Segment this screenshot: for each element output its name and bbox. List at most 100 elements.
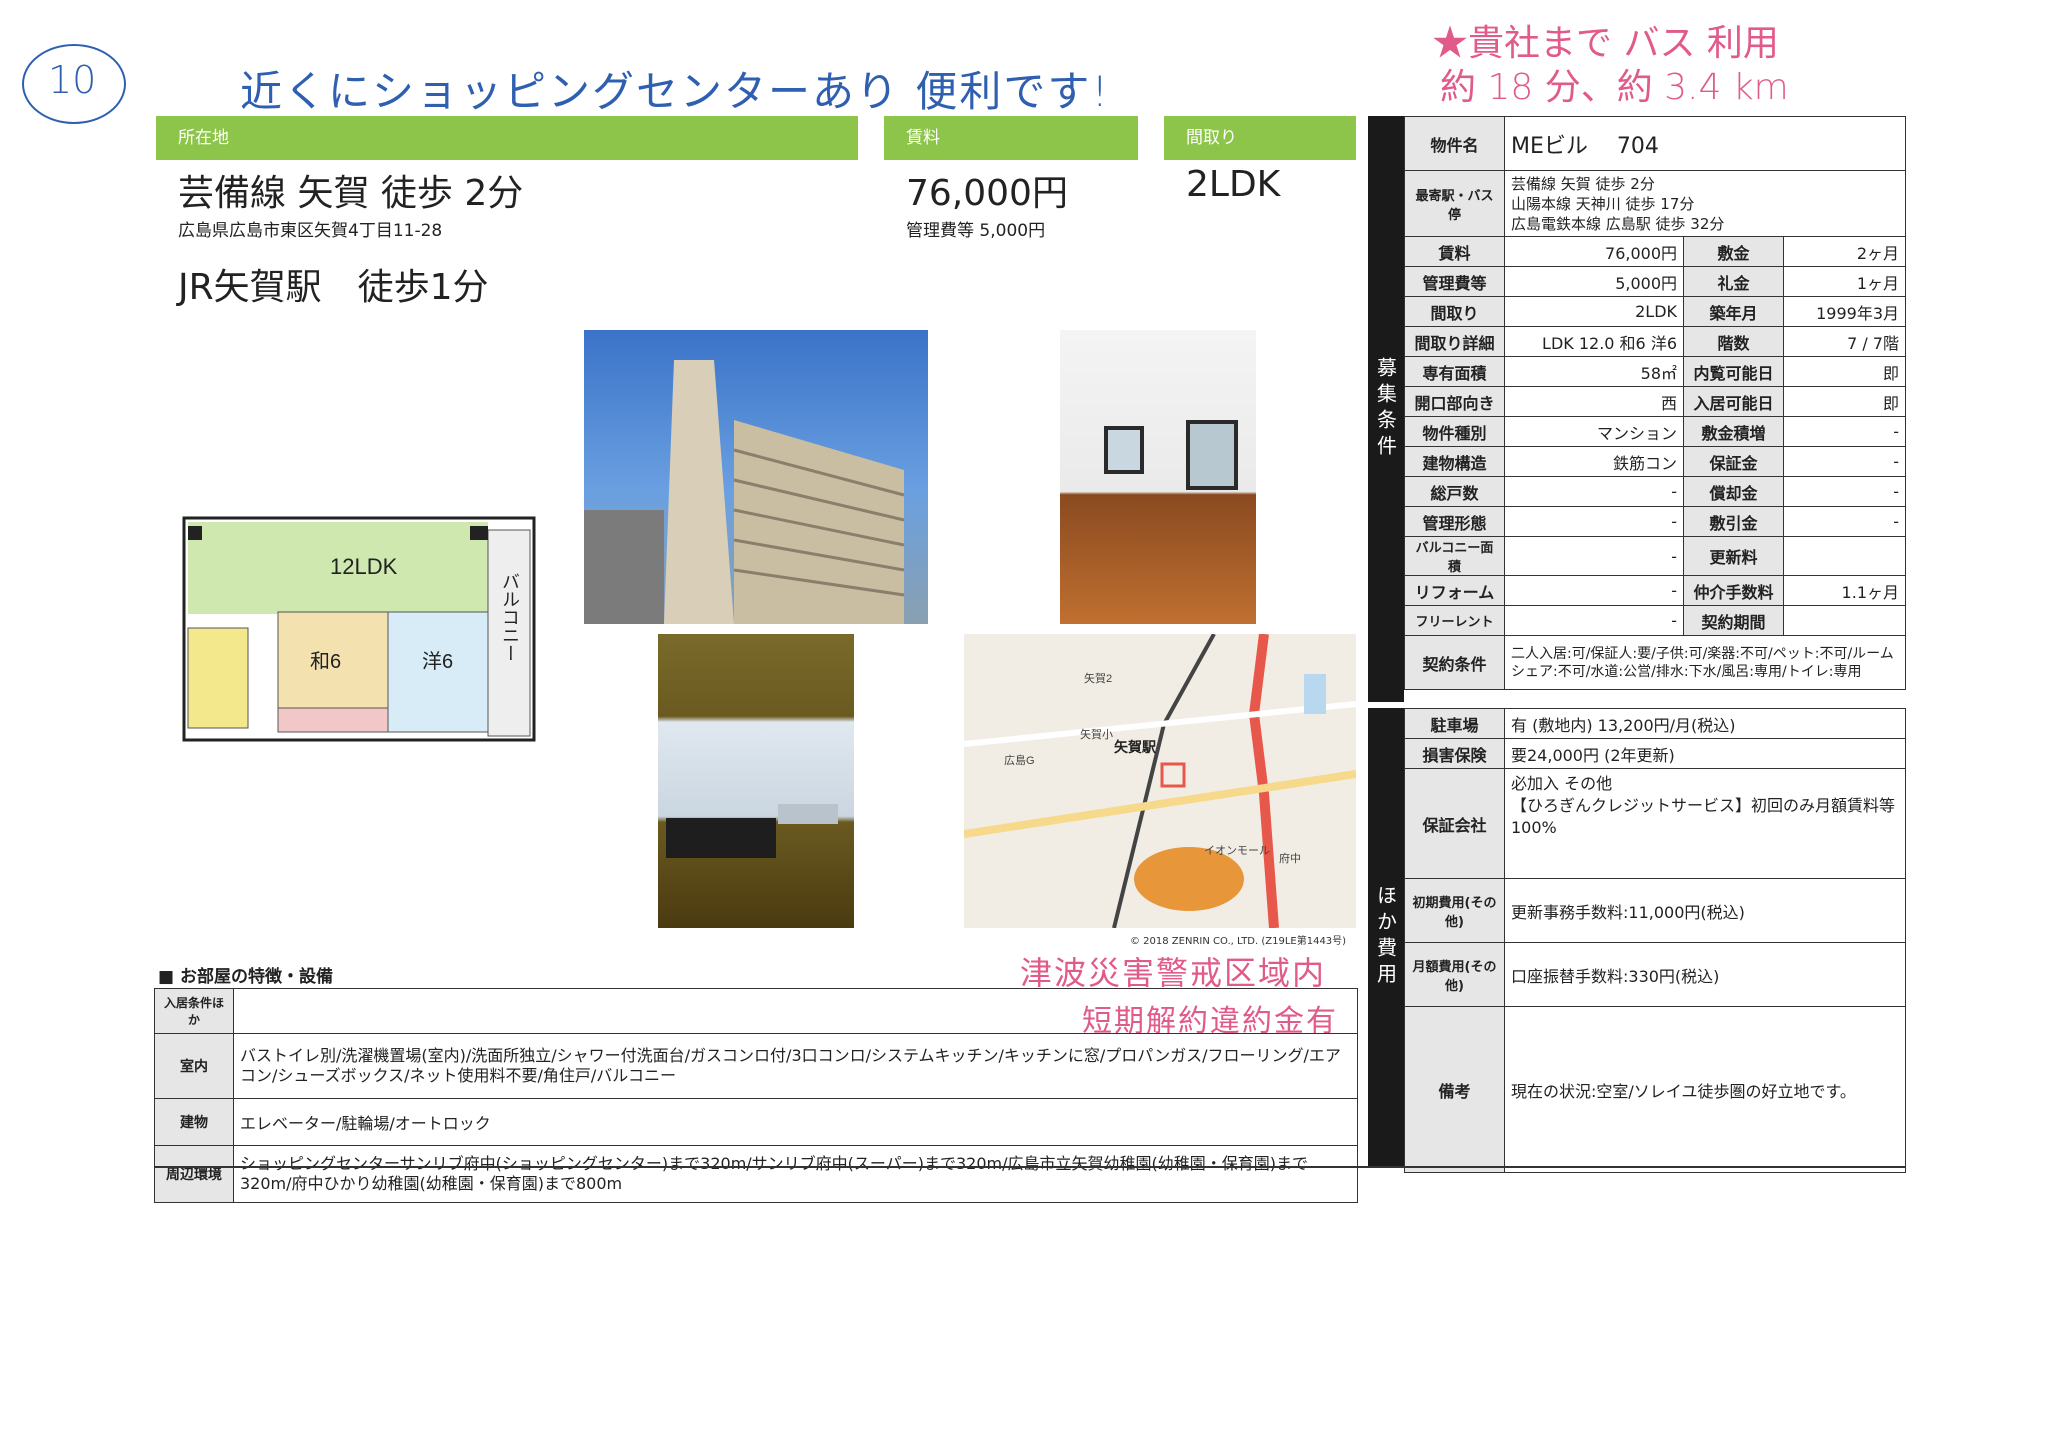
map-label-5: 府中 [1279,851,1301,865]
ldk-label: 12LDK [330,554,398,579]
map-label-3: 広島G [1004,753,1035,767]
spec-row-value-1: 西 [1503,386,1685,417]
spec-row: 間取り 2LDK 築年月 1999年3月 [1404,296,1906,327]
spec-row-label-2: 仲介手数料 [1683,575,1785,606]
spec-row: 専有面積 58㎡ 内覧可能日即 [1404,356,1906,387]
spec-row-value-1: LDK 12.0 和6 洋6 [1503,326,1685,357]
spec-row-label-1: 管理形態 [1404,506,1505,537]
spec-row: 賃料 76,000円 敷金 2ヶ月 [1404,236,1906,267]
property-name-label: 物件名 [1404,116,1505,171]
spec-row-value-2: 即 [1783,386,1906,417]
handwritten-number: 10 [48,58,97,102]
spec-row-value-2: 1999年3月 [1783,296,1906,327]
spec-row: 管理形態 - 敷引金 - [1404,506,1906,537]
spec-row-value-2: - [1783,476,1906,507]
nearest-station-2: 山陽本線 天神川 徒歩 17分 [1511,194,1695,213]
map-label-4: イオンモール [1204,844,1270,857]
parking-label: 駐車場 [1404,708,1505,739]
nearest-label: 最寄駅・バス停 [1404,170,1505,237]
feature-row-building-value: エレベーター/駐輪場/オートロック [233,1098,1358,1146]
spec-row-value-1: 5,000円 [1503,266,1685,297]
mgmt-fee: 管理費等 5,000円 [906,221,1046,241]
spec-row-label-2: 築年月 [1683,296,1785,327]
spec-row-label-1: 建物構造 [1404,446,1505,477]
spec-row-value-1: - [1503,506,1685,537]
spec-row: バルコニー面積 - 更新料 [1404,536,1906,576]
side-label-other-costs: ほか費用 [1368,708,1404,1166]
spec-row: 開口部向き西入居可能日即 [1404,386,1906,417]
spec-row: 間取り詳細 LDK 12.0 和6 洋6 階数 7 / 7階 [1404,326,1906,357]
spec-row-label-1: 間取り詳細 [1404,326,1505,357]
spec-row-value-2: - [1783,506,1906,537]
spec-row: リフォーム - 仲介手数料 1.1ヶ月 [1404,575,1906,606]
feature-row-surroundings-value: ショッピングセンターサンリブ府中(ショッピングセンター)まで320m/サンリブ府… [233,1145,1358,1203]
guarantor-value: 必加入 その他 【ひろぎんクレジットサービス】初回のみ月額賃料等100% [1504,768,1906,879]
other-costs-table: 駐車場 有 (敷地内) 13,200円/月(税込) 損害保険 要24,000円 … [1404,708,1906,1173]
spec-row-value-1: 鉄筋コン [1503,446,1685,477]
initial-cost-label: 初期費用(その他) [1404,878,1505,943]
nearest-station-1: 芸備線 矢賀 徒歩 2分 [1511,174,1655,193]
spec-row-value-2: - [1783,416,1906,447]
map-label-1: 矢賀2 [1084,671,1112,685]
layout-header: 間取り [1164,116,1356,160]
spec-row-label-2: 敷金積増 [1683,416,1785,447]
contract-label: 契約条件 [1404,635,1505,690]
initial-cost-value: 更新事務手数料:11,000円(税込) [1504,878,1906,943]
features-table: 入居条件ほか 室内 バストイレ別/洗濯機置場(室内)/洗面所独立/シャワー付洗面… [154,988,1358,1203]
insurance-value: 要24,000円 (2年更新) [1504,738,1906,769]
handwritten-note: 近くにショッピングセンターあり 便利です! [240,67,1111,116]
rent-main: 76,000円 [906,173,1068,214]
spec-row-label-1: 物件種別 [1404,416,1505,447]
spec-row-label-2: 入居可能日 [1683,386,1785,417]
spec-row-value-1: - [1503,575,1685,606]
spec-row-value-1: - [1503,476,1685,507]
spec-row: 建物構造 鉄筋コン 保証金 - [1404,446,1906,477]
side-label-recruitment: 募集条件 [1368,116,1404,702]
spec-row-value-2: 即 [1783,356,1906,387]
building-exterior-photo [584,330,928,624]
spec-row-label-1: 総戸数 [1404,476,1505,507]
kitchen-photo [658,634,854,928]
spec-row-value-1: 76,000円 [1503,236,1685,267]
map-label-2: 矢賀小 [1080,727,1113,741]
spec-row-label-1: 賃料 [1404,236,1505,267]
spec-row-label-1: 開口部向き [1404,386,1505,417]
spec-row: 総戸数 - 償却金 - [1404,476,1906,507]
spec-row-value-1: マンション [1503,416,1685,447]
bottom-rule [154,1166,1906,1168]
spec-row-value-1: 58㎡ [1503,356,1685,387]
spec-row-label-2: 敷金 [1683,236,1785,267]
spec-row-label-1: フリーレント [1404,605,1505,636]
spec-row-label-2: 契約期間 [1683,605,1785,636]
map-copyright: © 2018 ZENRIN CO., LTD. (Z19LE第1443号) [1130,936,1347,947]
address: 広島県広島市東区矢賀4丁目11-28 [178,221,443,241]
spec-row-label-1: 専有面積 [1404,356,1505,387]
monthly-cost-value: 口座振替手数料:330円(税込) [1504,942,1906,1007]
remarks-value: 現在の状況:空室/ソレイユ徒歩圏の好立地です。 [1504,1006,1906,1173]
spec-row-label-2: 階数 [1683,326,1785,357]
spec-row-label-2: 内覧可能日 [1683,356,1785,387]
insurance-label: 損害保険 [1404,738,1505,769]
map-station-label: 矢賀駅 [1114,739,1157,755]
feature-row-room-value: バストイレ別/洗濯機置場(室内)/洗面所独立/シャワー付洗面台/ガスコンロ付/3… [233,1033,1358,1099]
parking-value: 有 (敷地内) 13,200円/月(税込) [1504,708,1906,739]
features-title: ■ お部屋の特徴・設備 [158,967,333,987]
floor-plan: 12LDK 和6 洋6 バルコニー [182,516,536,742]
spec-row-value-2: 2ヶ月 [1783,236,1906,267]
spec-row-label-2: 償却金 [1683,476,1785,507]
feature-row-room-label: 室内 [154,1033,234,1099]
spec-row-label-2: 礼金 [1683,266,1785,297]
spec-row-value-2: - [1783,446,1906,477]
area-map: 矢賀駅 矢賀2 矢賀小 広島G イオンモール 府中 [964,634,1356,928]
spec-row-label-1: 管理費等 [1404,266,1505,297]
spec-row: 物件種別 マンション 敷金積増 - [1404,416,1906,447]
monthly-cost-label: 月額費用(その他) [1404,942,1505,1007]
location-header: 所在地 [156,116,858,160]
feature-row-conditions-value [233,988,1358,1034]
feature-row-building-label: 建物 [154,1098,234,1146]
property-name: MEビル 704 [1504,116,1906,171]
spec-row-value-1: - [1503,536,1685,576]
location-main: 芸備線 矢賀 徒歩 2分 [178,173,524,214]
yo-label: 洋6 [422,650,453,673]
spec-row-label-2: 保証金 [1683,446,1785,477]
